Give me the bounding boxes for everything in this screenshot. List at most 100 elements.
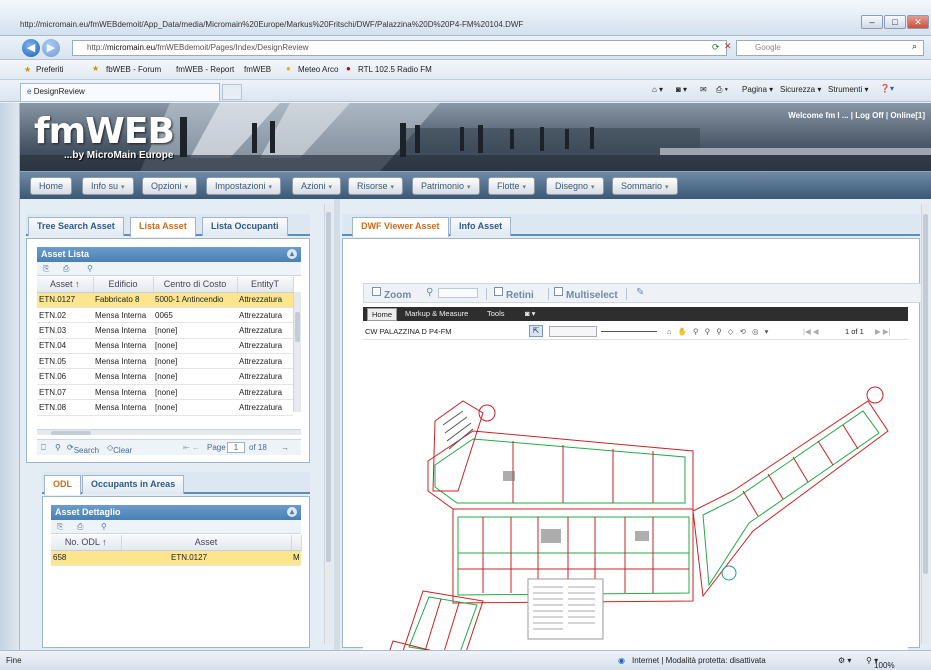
column-centro-di-costo[interactable]: Centro di Costo (153, 277, 238, 293)
column-entity-type[interactable]: EntityT (237, 277, 294, 293)
menu-info[interactable]: Info su ▾ (82, 177, 134, 195)
print-icon[interactable]: ⎙ ▾ (716, 85, 728, 95)
favorite-link-fmweb[interactable]: fmWEB (244, 65, 271, 74)
table-row[interactable]: ETN.08 Mensa Interna [none] Attrezzatura (37, 399, 293, 416)
page-menu[interactable]: Pagina ▾ (742, 85, 773, 94)
feeds-icon[interactable]: ◙ ▾ (676, 85, 687, 94)
pager-clear-button[interactable]: ◇ Clear (107, 443, 132, 455)
zoom-level[interactable]: ⚲ 100% ▾ (866, 656, 895, 670)
zoom-level-field[interactable] (438, 288, 478, 298)
print-icon[interactable]: ⎙ (77, 522, 83, 532)
camera-icon[interactable]: ◙ ▾ (525, 309, 535, 318)
menu-disegno[interactable]: Disegno ▾ (546, 177, 604, 195)
retini-checkbox[interactable]: Retini (494, 287, 534, 301)
menu-opzioni[interactable]: Opzioni ▾ (142, 177, 198, 195)
menu-sommario[interactable]: Sommario ▾ (612, 177, 678, 195)
menu-patrimonio[interactable]: Patrimonio ▾ (412, 177, 480, 195)
table-row[interactable]: ETN.04 Mensa Interna [none] Attrezzatura (37, 338, 293, 355)
left-pane-scrollbar[interactable] (324, 204, 333, 644)
pager-next-icon[interactable]: → (281, 443, 289, 452)
favorite-link-rtl[interactable]: RTL 102.5 Radio FM (358, 65, 432, 74)
collapse-icon[interactable]: ▴ (287, 249, 297, 259)
column-asset[interactable]: Asset (121, 535, 292, 551)
tools-status-icon[interactable]: ⚙ ▾ (838, 656, 851, 665)
mail-icon[interactable]: ✉ (700, 85, 707, 94)
menu-azioni[interactable]: Azioni ▾ (292, 177, 342, 195)
next-page-icon[interactable]: ▶ ▶| (875, 327, 891, 336)
pager-page-input[interactable]: 1 (227, 442, 245, 453)
right-pane-scrollbar[interactable] (921, 204, 930, 644)
add-favorite-icon[interactable]: ★ (92, 64, 99, 73)
collapse-icon[interactable]: ▴ (287, 507, 297, 517)
navigation-icons[interactable]: ⌂ ✋ ⚲ ⚲ ⚲ ◇ ⟲ ◎ ▾ (667, 327, 770, 336)
search-icon[interactable]: ⚲ (55, 443, 61, 452)
scrollbar-thumb[interactable] (295, 312, 300, 342)
prev-page-icon[interactable]: |◀ ◀ (803, 327, 819, 336)
dwf-drawing-canvas[interactable] (363, 341, 908, 670)
forward-icon[interactable]: ▶ (42, 39, 60, 57)
stop-icon[interactable]: ✕ (724, 41, 732, 52)
asset-list-hscrollbar[interactable] (37, 429, 301, 435)
tab-info-asset[interactable]: Info Asset (450, 217, 512, 236)
help-icon[interactable]: ❓▾ (880, 84, 894, 93)
minimize-button[interactable]: – (861, 15, 883, 29)
favorite-link-report[interactable]: fmWEB - Report (176, 65, 234, 74)
table-row[interactable]: ETN.05 Mensa Interna [none] Attrezzatura (37, 353, 293, 370)
table-row[interactable]: 658 ETN.0127 M (51, 550, 301, 566)
pager-first-icon[interactable]: ⎕ (41, 443, 46, 453)
multiselect-checkbox[interactable]: Multiselect (554, 287, 618, 301)
table-row[interactable]: ETN.07 Mensa Interna [none] Attrezzatura (37, 384, 293, 401)
column-edificio[interactable]: Edificio (93, 277, 154, 293)
favorites-button[interactable]: Preferiti (36, 65, 64, 74)
ribbon-tab-tools[interactable]: Tools (487, 309, 505, 318)
zoom-checkbox[interactable]: Zoom (372, 287, 411, 301)
search-icon[interactable]: ⌕ (912, 41, 917, 52)
menu-home[interactable]: Home (30, 177, 73, 195)
view-dropdown[interactable] (549, 326, 597, 337)
maximize-button[interactable]: □ (884, 15, 906, 29)
tools-menu[interactable]: Strumenti ▾ (828, 85, 868, 94)
filter-icon[interactable]: ⚲ (87, 264, 93, 273)
url-input[interactable]: http://micromain.eu/fmWEBdemoit/Pages/In… (72, 40, 727, 56)
column-no-odl[interactable]: No. ODL ↑ (51, 535, 122, 551)
browser-tab-active[interactable]: e DesignReview (20, 83, 220, 101)
tab-lista-occupanti[interactable]: Lista Occupanti (202, 217, 288, 236)
menu-flotte[interactable]: Flotte ▾ (488, 177, 536, 195)
asset-list-scrollbar[interactable] (293, 292, 301, 412)
table-row[interactable]: ETN.0127 Fabbricato 8 5000-1 Antincendio At… (37, 292, 293, 308)
select-icon[interactable]: ⇱ (529, 325, 543, 337)
filter-icon[interactable]: ⚲ (101, 522, 107, 531)
pager-prev-icon[interactable]: ⇤ ← (183, 443, 200, 452)
column-asset[interactable]: Asset ↑ (37, 277, 94, 293)
safety-menu[interactable]: Sicurezza ▾ (780, 85, 821, 94)
back-icon[interactable]: ◀ (22, 39, 40, 57)
tab-odl[interactable]: ODL (44, 475, 81, 495)
zoom-slider[interactable] (601, 331, 657, 332)
home-icon[interactable]: ⌂ ▾ (652, 85, 663, 94)
table-row[interactable]: ETN.06 Mensa Interna [none] Attrezzatura (37, 368, 293, 385)
print-icon[interactable]: ⎙ (63, 264, 69, 274)
new-tab-button[interactable] (222, 84, 242, 100)
search-input[interactable]: Google (736, 40, 924, 56)
favorite-link-meteo[interactable]: Meteo Arco (298, 65, 338, 74)
tab-tree-search-asset[interactable]: Tree Search Asset (28, 217, 124, 236)
table-row[interactable]: ETN.03 Mensa Interna [none] Attrezzatura (37, 322, 293, 339)
tab-lista-asset[interactable]: Lista Asset (130, 217, 196, 237)
menu-impostazioni[interactable]: Impostazioni ▾ (206, 177, 282, 195)
welcome-text[interactable]: Welcome fm I ... | Log Off | Online[1] (788, 111, 925, 120)
tab-dwf-viewer-asset[interactable]: DWF Viewer Asset (352, 217, 449, 237)
favorite-link-forum[interactable]: fbWEB - Forum (106, 65, 161, 74)
security-zone[interactable]: Internet | Modalità protetta: disattivat… (632, 656, 766, 665)
ribbon-tab-home[interactable]: Home (367, 308, 398, 321)
hscroll-thumb[interactable] (51, 431, 91, 435)
menu-risorse[interactable]: Risorse ▾ (348, 177, 404, 195)
pager-search-button[interactable]: ⟳ Search (67, 443, 99, 455)
tab-occupants-in-areas[interactable]: Occupants in Areas (82, 475, 185, 494)
magnifier-icon[interactable]: ⚲ (426, 287, 433, 298)
pane-splitter[interactable] (334, 199, 340, 650)
scrollbar-thumb[interactable] (326, 212, 331, 562)
export-icon[interactable]: ⎘ (57, 522, 63, 532)
pencil-icon[interactable]: ✎ (636, 287, 644, 298)
scrollbar-thumb[interactable] (923, 214, 928, 574)
table-row[interactable]: ETN.02 Mensa Interna 0065 Attrezzatura (37, 307, 293, 324)
